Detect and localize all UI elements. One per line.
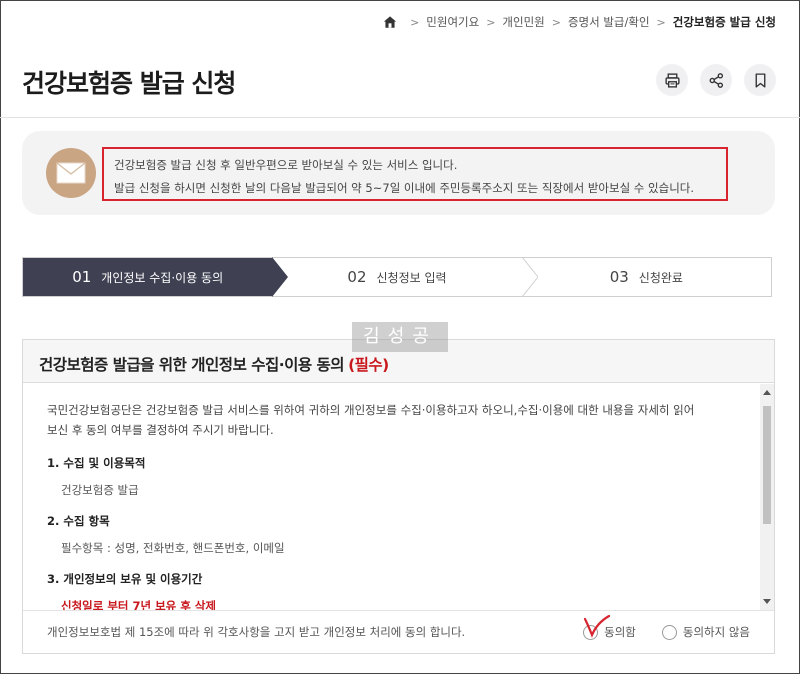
- step-arrow-icon: [521, 257, 538, 297]
- bookmark-button[interactable]: [744, 64, 776, 96]
- consent-body: 국민건강보험공단은 건강보험증 발급 서비스를 위하여 귀하의 개인정보를 수집…: [23, 384, 774, 610]
- share-button[interactable]: [700, 64, 732, 96]
- breadcrumb-current: 건강보험증 발급 신청: [672, 15, 776, 29]
- section-title-retention: 3. 개인정보의 보유 및 이용기간: [47, 572, 203, 586]
- disagree-radio[interactable]: [661, 624, 677, 640]
- print-icon: [664, 72, 680, 88]
- notice-text: 건강보험증 발급 신청 후 일반우편으로 받아보실 수 있는 서비스 입니다. …: [102, 147, 728, 201]
- breadcrumb-item-certificate[interactable]: 증명서 발급/확인: [568, 14, 650, 30]
- step-arrow-icon: [272, 257, 289, 297]
- consent-title: 건강보험증 발급을 위한 개인정보 수집·이용 동의: [39, 356, 345, 374]
- disagree-option[interactable]: 동의하지 않음: [661, 624, 750, 640]
- mail-badge: [46, 148, 96, 198]
- breadcrumb-separator: >: [656, 15, 666, 29]
- step-label: 신청완료: [638, 270, 683, 285]
- section-title-items: 2. 수집 항목: [47, 514, 110, 528]
- notice-line-1: 건강보험증 발급 신청 후 일반우편으로 받아보실 수 있는 서비스 입니다.: [114, 158, 458, 172]
- step-number: 03: [609, 268, 629, 286]
- envelope-icon: [56, 162, 86, 184]
- consent-footer: 개인정보보호법 제 15조에 따라 위 각호사항을 고지 받고 개인정보 처리에…: [23, 610, 774, 653]
- consent-intro: 국민건강보험공단은 건강보험증 발급 서비스를 위하여 귀하의 개인정보를 수집…: [47, 400, 734, 440]
- scroll-up-icon[interactable]: [763, 390, 771, 395]
- breadcrumb-separator: >: [486, 15, 496, 29]
- required-badge: (필수): [348, 356, 389, 374]
- consent-intro-line-2: 보신 후 동의 여부를 결정하여 주시기 바랍니다.: [47, 423, 274, 437]
- consent-intro-line-1: 국민건강보험공단은 건강보험증 발급 서비스를 위하여 귀하의 개인정보를 수집…: [47, 403, 695, 417]
- step-number: 01: [72, 268, 92, 286]
- section-value-retention: 신청일로 부터 7년 보유 후 삭제: [61, 599, 216, 610]
- step-1: 01 개인정보 수집·이용 동의: [23, 257, 289, 297]
- watermark: 김성공: [352, 322, 448, 352]
- red-check-annotation-icon: [583, 615, 611, 638]
- print-button[interactable]: [656, 64, 688, 96]
- scroll-down-icon[interactable]: [763, 599, 771, 604]
- title-divider: [0, 117, 800, 118]
- breadcrumb-item-personal[interactable]: 개인민원: [502, 14, 544, 30]
- step-number: 02: [347, 268, 367, 286]
- title-actions: [656, 64, 776, 96]
- section-title-purpose: 1. 수집 및 이용목적: [47, 456, 146, 470]
- consent-scrollbar[interactable]: [760, 384, 774, 610]
- step-3: 03 신청완료: [521, 258, 771, 296]
- step-label: 신청정보 입력: [376, 270, 447, 285]
- step-indicator: 01 개인정보 수집·이용 동의 02 신청정보 입력 03 신청완료: [22, 257, 772, 297]
- section-value-items: 필수항목 : 성명, 전화번호, 핸드폰번호, 이메일: [61, 541, 285, 555]
- section-value-purpose: 건강보험증 발급: [61, 483, 139, 497]
- notice-line-2: 발급 신청을 하시면 신청한 날의 다음날 발급되어 약 5~7일 이내에 주민…: [114, 181, 695, 195]
- step-label: 개인정보 수집·이용 동의: [101, 270, 224, 285]
- page-title: 건강보험증 발급 신청: [22, 69, 236, 98]
- share-icon: [709, 72, 723, 88]
- home-icon[interactable]: [383, 15, 397, 29]
- step-2: 02 신청정보 입력: [272, 257, 538, 297]
- scroll-thumb[interactable]: [763, 406, 771, 524]
- disagree-label[interactable]: 동의하지 않음: [683, 624, 750, 640]
- breadcrumb: > 민원여기요 > 개인민원 > 증명서 발급/확인 > 건강보험증 발급 신청: [383, 14, 776, 30]
- breadcrumb-separator: >: [410, 15, 420, 29]
- consent-panel: 건강보험증 발급을 위한 개인정보 수집·이용 동의 (필수) 국민건강보험공단은…: [22, 339, 775, 654]
- law-notice: 개인정보보호법 제 15조에 따라 위 각호사항을 고지 받고 개인정보 처리에…: [47, 625, 466, 639]
- breadcrumb-item-minwon[interactable]: 민원여기요: [426, 14, 479, 30]
- breadcrumb-separator: >: [551, 15, 561, 29]
- bookmark-icon: [755, 72, 765, 88]
- notice-box: 건강보험증 발급 신청 후 일반우편으로 받아보실 수 있는 서비스 입니다. …: [22, 131, 775, 215]
